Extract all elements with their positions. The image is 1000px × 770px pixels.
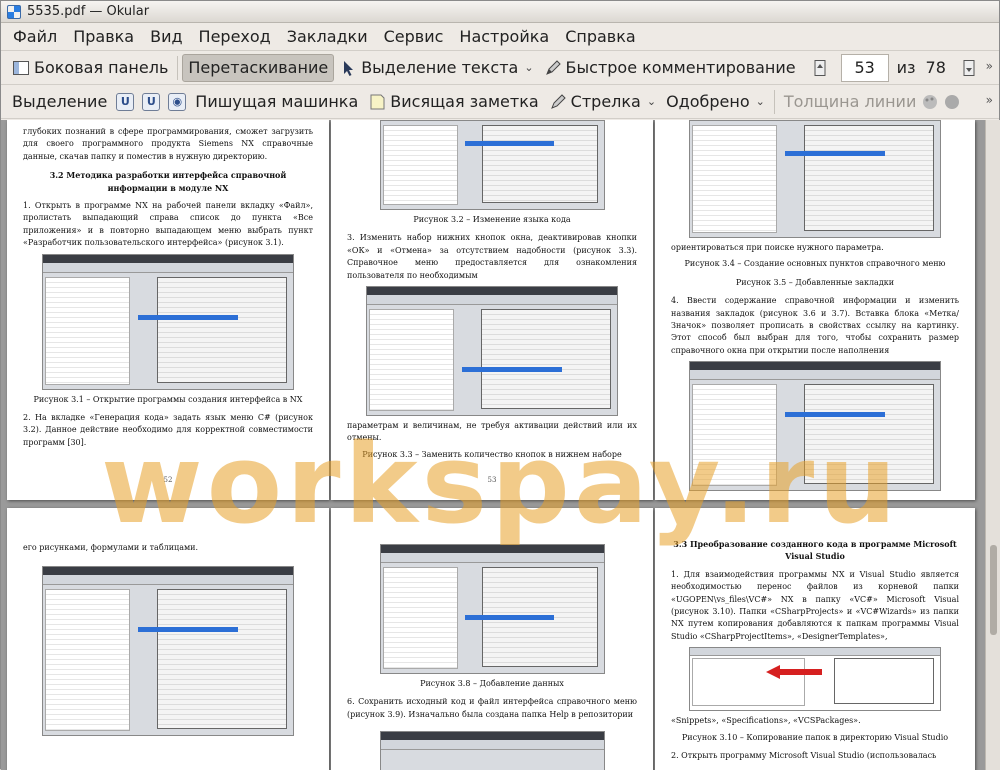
next-page-icon[interactable] <box>960 59 978 77</box>
page-text: его рисунками, формулами и таблицами. <box>23 543 199 552</box>
red-arrow-icon <box>766 665 822 680</box>
toolbar-overflow-icon[interactable]: » <box>986 93 993 107</box>
sidebar-icon <box>12 59 30 77</box>
figure-screenshot <box>689 361 941 492</box>
page-text: 4. Ввести содержание справочной информац… <box>671 296 959 355</box>
menu-bar: Файл Правка Вид Переход Закладки Сервис … <box>1 23 999 51</box>
menu-bookmarks[interactable]: Закладки <box>279 23 376 50</box>
underline-icon[interactable]: U <box>116 92 135 111</box>
figure-caption: Рисунок 3.3 – Заменить количество кнопок… <box>362 449 622 459</box>
sticky-note-button[interactable]: Висящая заметка <box>363 88 543 116</box>
section-heading: 3.3 Преобразование созданного кода в про… <box>673 539 957 562</box>
page-text: 2. Открыть программу Microsoft Visual St… <box>671 750 937 760</box>
toolbar-separator <box>773 89 775 114</box>
opacity-icon[interactable] <box>943 93 961 111</box>
figure-caption: Рисунок 3.1 – Открытие программы создани… <box>33 394 303 404</box>
page-55: его рисунками, формулами и таблицами. <box>7 508 329 770</box>
stamp-icon[interactable]: ◉ <box>168 92 187 111</box>
annotation-toolbar: Выделение U U ◉ Пишущая машинка Висящая … <box>1 85 999 119</box>
figure-caption: Рисунок 3.5 – Добавленные закладки <box>735 277 895 287</box>
scrollbar-thumb[interactable] <box>990 545 997 635</box>
okular-app-icon <box>7 4 21 19</box>
stamp-label: Одобрено <box>666 92 750 111</box>
okular-window: 5535.pdf — Okular Файл Правка Вид Перехо… <box>0 0 1000 770</box>
page-text: 6. Сохранить исходный код и файл интерфе… <box>347 697 637 719</box>
page-number: 52 <box>163 476 173 485</box>
figure-screenshot <box>379 731 605 770</box>
main-toolbar: Боковая панель Перетаскивание Выделение … <box>1 51 999 85</box>
previous-page-icon[interactable] <box>811 59 829 77</box>
figure-caption: Рисунок 3.10 – Копирование папок в дирек… <box>681 732 949 742</box>
typewriter-button[interactable]: Пишущая машинка <box>190 88 363 116</box>
page-number: 53 <box>487 476 497 485</box>
page-text: параметрам и величинам, не требуя актива… <box>347 420 637 443</box>
figure-screenshot <box>379 544 605 674</box>
figure-screenshot <box>42 566 294 737</box>
figure-screenshot <box>379 120 605 210</box>
figure-screenshot <box>689 647 941 712</box>
figure-caption: Рисунок 3.4 – Создание основных пунктов … <box>684 259 946 269</box>
figure-caption: Рисунок 3.2 – Изменение языка кода <box>413 215 571 224</box>
pen-icon <box>549 93 567 111</box>
menu-tools[interactable]: Сервис <box>376 23 452 50</box>
text-select-label: Выделение текста <box>361 58 519 77</box>
section-heading: 3.2 Методика разработки интерфейса справ… <box>49 170 287 193</box>
page-text: 3. Изменить набор нижних кнопок окна, де… <box>347 233 637 280</box>
page-text: 1. Открыть в программе NX на рабочей пан… <box>23 200 313 248</box>
page-text: 1. Для взаимодействия программы NX и Vis… <box>671 569 959 641</box>
figure-screenshot <box>366 285 618 416</box>
vertical-scrollbar[interactable] <box>985 120 1000 770</box>
sticky-note-label: Висящая заметка <box>390 92 539 111</box>
color-icon[interactable] <box>921 93 939 111</box>
pen-icon <box>544 59 562 77</box>
page-56: Рисунок 3.8 – Добавление данных 6. Сохра… <box>331 508 653 770</box>
quick-comment-button[interactable]: Быстрое комментирование <box>539 54 801 82</box>
document-view[interactable]: глубоких познаний в сфере программирован… <box>1 120 985 770</box>
arrow-tool-label: Стрелка <box>570 92 641 111</box>
figure-screenshot <box>689 120 941 238</box>
title-bar: 5535.pdf — Okular <box>1 1 999 23</box>
menu-view[interactable]: Вид <box>142 23 190 50</box>
line-width-label: Толщина линии <box>783 92 917 111</box>
cursor-icon <box>339 59 357 77</box>
page-text: 2. На вкладке «Генерация кода» задать яз… <box>23 412 313 447</box>
page-text: глубоких познаний в сфере программирован… <box>23 127 313 161</box>
chevron-down-icon[interactable]: ⌄ <box>756 95 765 108</box>
page-total: 78 <box>925 58 946 77</box>
sidebar-label: Боковая панель <box>34 58 169 77</box>
typewriter-label: Пишущая машинка <box>195 92 359 111</box>
note-icon <box>368 93 386 111</box>
page-52: глубоких познаний в сфере программирован… <box>7 120 329 500</box>
sidebar-button[interactable]: Боковая панель <box>7 54 173 82</box>
highlight-label: Выделение <box>12 92 108 111</box>
quick-comment-label: Быстрое комментирование <box>565 58 796 77</box>
toolbar-separator <box>177 55 179 80</box>
drag-mode-label: Перетаскивание <box>188 58 329 77</box>
figure-caption: Рисунок 3.8 – Добавление данных <box>420 679 564 688</box>
page-number-input[interactable]: 53 <box>840 53 889 82</box>
menu-go[interactable]: Переход <box>191 23 279 50</box>
figure-screenshot <box>42 253 294 390</box>
chevron-down-icon[interactable]: ⌄ <box>524 61 533 74</box>
page-text: «Snippets», «Specifications», «VCSPackag… <box>671 716 861 726</box>
window-title: 5535.pdf — Okular <box>27 4 150 19</box>
page-text: ориентироваться при поиске нужного парам… <box>671 243 884 252</box>
chevron-down-icon[interactable]: ⌄ <box>647 95 656 108</box>
page-54: ориентироваться при поиске нужного парам… <box>655 120 975 500</box>
squiggle-icon[interactable]: U <box>142 92 161 111</box>
drag-mode-button[interactable]: Перетаскивание <box>182 53 335 82</box>
menu-help[interactable]: Справка <box>557 23 644 50</box>
menu-edit[interactable]: Правка <box>65 23 142 50</box>
menu-file[interactable]: Файл <box>5 23 65 50</box>
page-57: 3.3 Преобразование созданного кода в про… <box>655 508 975 770</box>
line-width-button[interactable]: Толщина линии <box>779 88 922 116</box>
text-select-button[interactable]: Выделение текста ⌄ <box>334 54 538 82</box>
page-of-label: из <box>896 58 916 77</box>
toolbar-overflow-icon[interactable]: » <box>986 59 993 73</box>
page-53: Рисунок 3.2 – Изменение языка кода 3. Из… <box>331 120 653 500</box>
highlight-button[interactable]: Выделение <box>7 88 112 116</box>
arrow-tool-button[interactable]: Стрелка ⌄ <box>544 88 661 116</box>
menu-settings[interactable]: Настройка <box>451 23 557 50</box>
stamp-button[interactable]: Одобрено ⌄ <box>661 88 770 116</box>
